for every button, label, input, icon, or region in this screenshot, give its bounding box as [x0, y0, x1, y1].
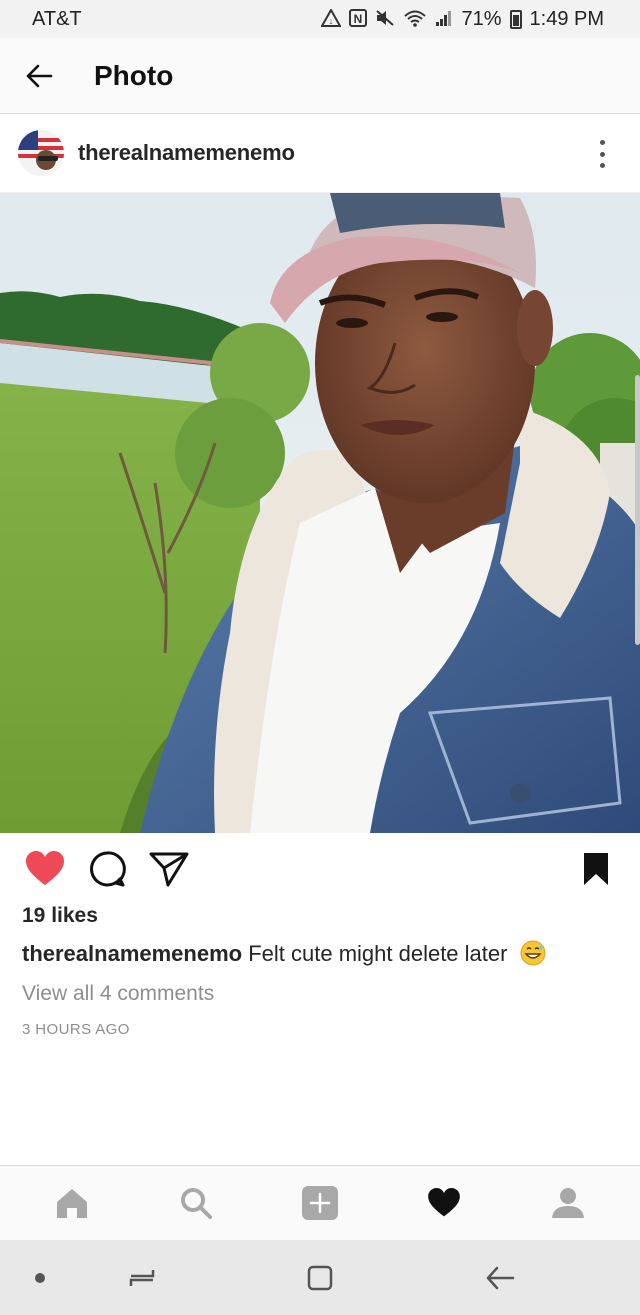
comment-button[interactable] [82, 844, 132, 894]
nav-search[interactable] [164, 1171, 228, 1235]
share-icon [149, 852, 189, 887]
nfc-icon: N [349, 8, 368, 30]
nav-activity[interactable] [412, 1171, 476, 1235]
svg-text:N: N [354, 12, 363, 26]
profile-icon [552, 1188, 584, 1218]
post-username[interactable]: therealnamemenemo [78, 140, 295, 166]
bottom-navigation [0, 1165, 640, 1240]
caption: therealnamemenemo Felt cute might delete… [22, 940, 622, 967]
caption-text: Felt cute might delete later [242, 941, 508, 966]
more-options-button[interactable] [594, 140, 610, 168]
caption-username[interactable]: therealnamemenemo [22, 941, 242, 966]
battery-percent: 71% [461, 7, 502, 30]
grinning-sweat-emoji [520, 940, 546, 966]
nav-profile[interactable] [536, 1171, 600, 1235]
recents-icon [129, 1270, 155, 1286]
assistant-dot-button[interactable] [20, 1260, 60, 1296]
more-dot [599, 163, 605, 168]
back-button[interactable] [0, 38, 78, 114]
add-post-icon [302, 1186, 338, 1220]
back-icon [486, 1266, 515, 1290]
home-icon [57, 1189, 87, 1218]
back-arrow-icon [26, 64, 53, 87]
clock: 1:49 PM [529, 7, 604, 30]
page-title: Photo [94, 59, 174, 91]
svg-text:↓: ↓ [329, 16, 334, 26]
nav-add-post[interactable] [288, 1171, 352, 1235]
back-system-button[interactable] [480, 1260, 520, 1296]
status-bar: AT&T ↓ N 71% 1:49 PM [0, 0, 640, 38]
home-square-icon [307, 1265, 333, 1291]
recents-button[interactable] [122, 1260, 162, 1296]
signal-icon [435, 9, 453, 30]
view-comments-link[interactable]: View all 4 comments [22, 982, 214, 1006]
scrollbar-thumb[interactable] [635, 375, 640, 645]
heart-icon [26, 851, 64, 885]
post-header: therealnamemenemo [0, 114, 640, 193]
share-button[interactable] [144, 844, 194, 894]
post-actions [0, 833, 640, 905]
comment-icon [90, 851, 126, 887]
status-indicators: ↓ N 71% 1:49 PM [320, 7, 604, 31]
home-system-button[interactable] [300, 1260, 340, 1296]
search-icon [181, 1188, 212, 1219]
instagram-photo-screen: AT&T ↓ N 71% 1:49 PM Photo therealnameme… [0, 0, 640, 1315]
app-header: Photo [0, 38, 640, 114]
wifi-icon [403, 9, 427, 30]
mute-icon [375, 9, 395, 30]
data-saver-icon: ↓ [320, 7, 343, 30]
more-vertical-icon [599, 140, 605, 145]
more-dot [599, 151, 605, 157]
avatar[interactable] [18, 130, 64, 176]
likes-count[interactable]: 19 likes [22, 904, 98, 928]
save-button[interactable] [576, 849, 616, 889]
like-button[interactable] [20, 844, 70, 894]
nav-home[interactable] [40, 1171, 104, 1235]
post-photo[interactable] [0, 193, 640, 833]
activity-heart-icon [428, 1188, 460, 1217]
post-timestamp: 3 HOURS AGO [22, 1021, 130, 1038]
battery-icon [509, 9, 522, 29]
carrier-label: AT&T [32, 7, 82, 30]
system-navigation-bar [0, 1240, 640, 1315]
bookmark-icon [584, 853, 608, 885]
dot-icon [35, 1273, 45, 1283]
